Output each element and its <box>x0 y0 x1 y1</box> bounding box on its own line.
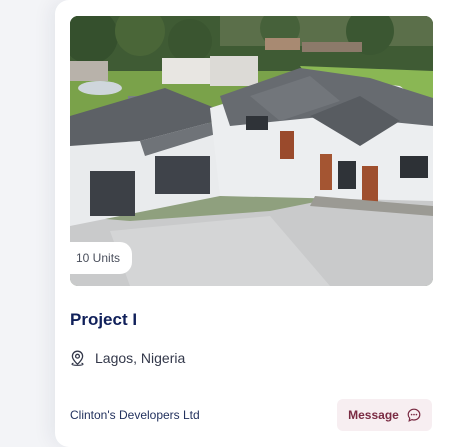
location-text: Lagos, Nigeria <box>95 350 186 366</box>
project-title[interactable]: Project I <box>70 310 137 330</box>
location-row: Lagos, Nigeria <box>70 348 185 368</box>
message-button[interactable]: Message <box>337 399 432 431</box>
chat-bubble-icon <box>407 408 421 422</box>
developer-name[interactable]: Clinton's Developers Ltd <box>70 408 200 422</box>
units-badge: 10 Units <box>70 242 133 274</box>
project-photo[interactable]: 10 Units <box>70 16 433 286</box>
map-pin-icon <box>71 350 84 366</box>
message-button-label: Message <box>348 408 399 422</box>
project-card[interactable]: 10 Units Project I Lagos, Nigeria Clinto… <box>55 0 449 447</box>
